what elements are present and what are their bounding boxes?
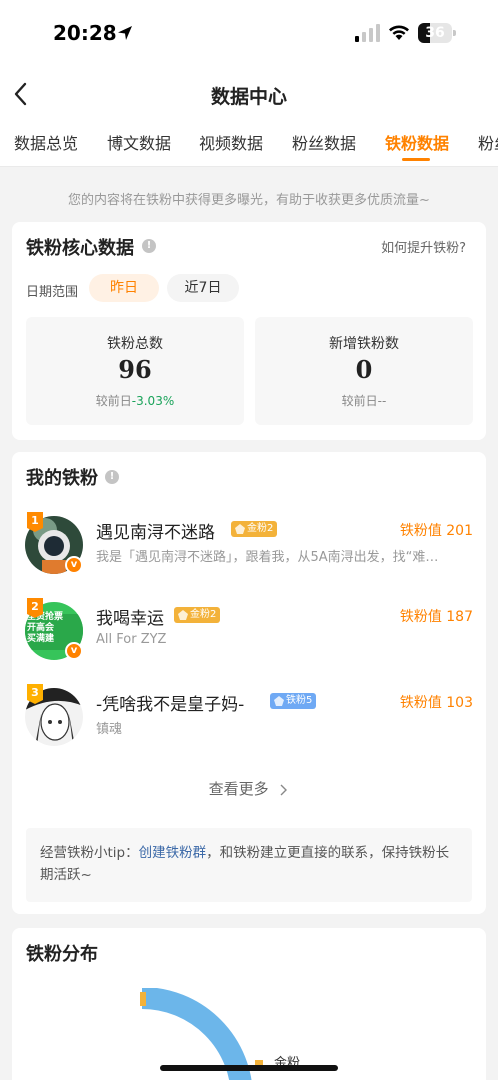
fan-name[interactable]: -凭啥我不是皇子妈- (96, 690, 244, 715)
stat-label: 铁粉总数 (107, 336, 163, 352)
stat-value: 0 (355, 355, 373, 384)
stat-compare-value: -3.03% (131, 394, 175, 408)
tab-fans-data[interactable]: 粉丝数据 (292, 130, 356, 154)
fan-value: 铁粉值 187 (399, 609, 473, 625)
stat-total-fans: 铁粉总数 96 较前日-3.03% (26, 317, 244, 425)
info-icon[interactable]: ! (105, 470, 119, 484)
core-card-title: 铁粉核心数据 (26, 238, 134, 259)
stat-compare-value: -- (377, 394, 387, 408)
rank-badge: 1 (27, 512, 43, 532)
fan-gem-icon (235, 524, 245, 534)
tab-post-data[interactable]: 博文数据 (107, 130, 171, 154)
my-fans-card: 我的铁粉 ! 1 v 遇见南浔不迷路 金粉2 铁粉值 201 我是「遇见南浔不迷… (12, 452, 486, 914)
tab-video-data[interactable]: 视频数据 (199, 130, 263, 154)
fan-description: All For ZYZ (96, 632, 167, 647)
status-time: 20:28 (53, 21, 117, 45)
stat-label: 新增铁粉数 (329, 336, 399, 352)
date-option-yesterday[interactable]: 昨日 (89, 274, 159, 302)
wifi-icon (389, 25, 409, 40)
my-fans-title: 我的铁粉 (26, 468, 98, 489)
notice-text: 您的内容将在铁粉中获得更多曝光，有助于收获更多优质流量~ (68, 193, 430, 208)
chevron-right-icon (280, 784, 288, 795)
verified-badge-icon: v (65, 556, 83, 574)
tip-prefix: 经营铁粉小tip： (40, 845, 139, 861)
fan-gem-icon (178, 610, 188, 620)
active-tab-indicator (402, 158, 430, 161)
iron-fans-core-card: 铁粉核心数据 ! 如何提升铁粉? 日期范围 昨日 近7日 铁粉总数 96 较前日… (12, 222, 486, 440)
status-bar: 20:28 36 (0, 0, 498, 66)
fan-level-tag: 金粉2 (231, 521, 278, 537)
stat-value: 96 (118, 355, 152, 384)
page-title: 数据中心 (210, 86, 287, 108)
location-arrow-icon (118, 26, 132, 40)
stat-compare: 较前日-3.03% (95, 394, 175, 408)
tab-bar: 数据总览 博文数据 视频数据 粉丝数据 铁粉数据 粉丝 (0, 128, 498, 166)
date-option-7days[interactable]: 近7日 (167, 274, 239, 302)
fan-gem-icon (274, 696, 284, 706)
date-range-label: 日期范围 (26, 285, 79, 300)
stat-compare: 较前日-- (341, 394, 387, 408)
rank-badge: 2 (27, 598, 43, 618)
fans-tip-box: 经营铁粉小tip：创建铁粉群，和铁粉建立更直接的联系，保持铁粉长期活跃~ (26, 828, 472, 902)
battery-level: 36 (425, 25, 445, 41)
info-icon[interactable]: ! (142, 239, 156, 253)
fan-list-item[interactable]: 全资抢票 开高会 买满建 2 v 我喝幸运 金粉2 铁粉值 187 All Fo… (12, 598, 486, 672)
tab-fans-more[interactable]: 粉丝 (478, 130, 498, 154)
verified-badge-icon: v (65, 642, 83, 660)
cellular-signal-icon (355, 24, 380, 42)
avatar-text: 买满建 (27, 634, 55, 644)
distribution-title: 铁粉分布 (26, 944, 98, 965)
fan-list-item[interactable]: 3 -凭啥我不是皇子妈- 铁粉5 铁粉值 103 镇魂 (12, 684, 486, 758)
avatar-text: 开高会 (27, 623, 55, 633)
how-to-improve-link[interactable]: 如何提升铁粉? (381, 237, 466, 256)
fan-level-tag: 金粉2 (174, 607, 221, 623)
stat-new-fans: 新增铁粉数 0 较前日-- (255, 317, 473, 425)
fan-name[interactable]: 遇见南浔不迷路 (96, 518, 215, 543)
fan-value: 铁粉值 201 (399, 523, 473, 539)
tab-overview[interactable]: 数据总览 (14, 130, 78, 154)
home-indicator (160, 1065, 338, 1071)
fans-distribution-card: 铁粉分布 金粉 (12, 928, 486, 1080)
battery-icon: 36 (418, 23, 456, 43)
create-fan-group-link[interactable]: 创建铁粉群 (139, 845, 207, 861)
tab-iron-fans-data[interactable]: 铁粉数据 (385, 130, 449, 154)
fan-name[interactable]: 我喝幸运 (96, 604, 164, 629)
fan-level-tag: 铁粉5 (270, 693, 317, 709)
fan-description: 镇魂 (96, 722, 123, 737)
fan-description: 我是「遇见南浔不迷路」，跟着我，从5A南浔出发，找“难… (96, 550, 439, 565)
view-more-link[interactable]: 查看更多 (12, 778, 486, 799)
fan-value: 铁粉值 103 (399, 695, 473, 711)
rank-badge: 3 (27, 684, 43, 704)
tabs-divider (0, 166, 498, 167)
fan-list-item[interactable]: 1 v 遇见南浔不迷路 金粉2 铁粉值 201 我是「遇见南浔不迷路」，跟着我，… (12, 512, 486, 586)
